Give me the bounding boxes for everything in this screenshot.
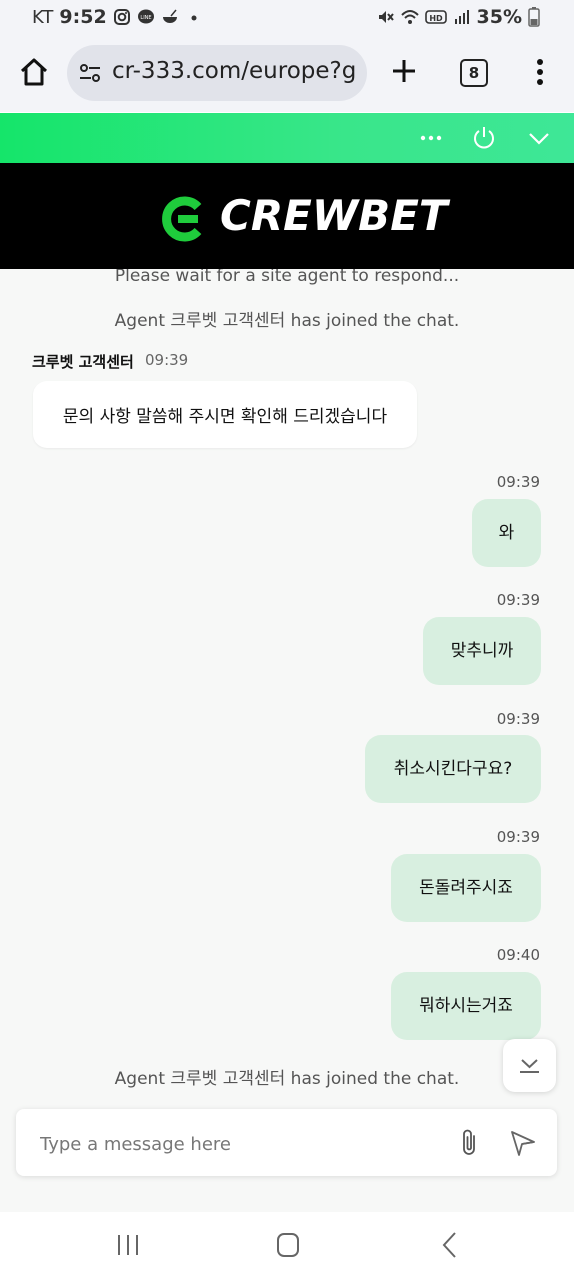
instagram-icon — [113, 9, 130, 25]
chat-widget-header — [0, 113, 574, 163]
system-message-joined: Agent 크루벳 고객센터 has joined the chat. — [114, 311, 460, 331]
user-message-bubble: 맞추니까 — [423, 617, 541, 685]
power-icon[interactable] — [471, 125, 497, 151]
back-icon[interactable] — [432, 1230, 468, 1260]
new-tab-icon[interactable] — [389, 56, 419, 86]
user-message-bubble: 뭐하시는거죠 — [391, 972, 541, 1040]
chat-transcript[interactable]: Please wait for a site agent to respond.… — [0, 269, 574, 1212]
user-message-time: 09:39 — [496, 710, 540, 728]
signal-icon — [454, 10, 469, 24]
options-dots-icon[interactable] — [418, 125, 444, 151]
status-right: HD 35% — [377, 6, 540, 28]
agent-timestamp: 09:39 — [145, 351, 189, 369]
line-icon: LINE — [137, 9, 154, 24]
bowl-icon — [162, 9, 177, 23]
user-message-time: 09:39 — [496, 828, 540, 846]
svg-text:LINE: LINE — [140, 15, 151, 21]
user-message-time: 09:39 — [496, 473, 540, 491]
home-nav-icon[interactable] — [270, 1230, 306, 1260]
user-message-bubble: 와 — [472, 499, 541, 567]
home-icon[interactable] — [18, 56, 50, 88]
battery-icon — [528, 7, 540, 27]
battery-percent: 35% — [476, 6, 522, 28]
status-left: KT 9:52 LINE — [32, 6, 203, 28]
clock: 9:52 — [59, 6, 107, 28]
brand-banner: CREWBET — [0, 163, 574, 269]
message-input[interactable] — [38, 1129, 422, 1159]
recent-apps-icon[interactable] — [110, 1230, 146, 1260]
site-settings-icon[interactable] — [79, 62, 101, 84]
tab-count-button[interactable]: 8 — [460, 59, 488, 87]
status-bar: KT 9:52 LINE HD 35% — [0, 0, 574, 34]
chevron-down-icon[interactable] — [526, 125, 552, 151]
system-navigation-bar — [0, 1212, 574, 1280]
user-message-bubble: 돈돌려주시죠 — [391, 854, 541, 922]
send-icon[interactable] — [508, 1128, 538, 1158]
carrier-label: KT — [32, 6, 54, 28]
dot-icon — [191, 15, 197, 21]
wifi-icon — [400, 10, 419, 24]
agent-name: 크루벳 고객센터 — [32, 353, 134, 371]
user-message-bubble: 취소시킨다구요? — [365, 735, 541, 803]
user-message-time: 09:40 — [496, 946, 540, 964]
address-bar[interactable]: cr-333.com/europe?gam — [67, 45, 367, 101]
scroll-to-bottom-button[interactable] — [503, 1039, 556, 1092]
agent-message-bubble: 문의 사항 말씀해 주시면 확인해 드리겠습니다 — [33, 381, 417, 448]
agent-message-text: 문의 사항 말씀해 주시면 확인해 드리겠습니다 — [62, 407, 388, 427]
browser-toolbar: cr-333.com/europe?gam 8 — [0, 34, 574, 112]
more-menu-icon[interactable] — [528, 56, 552, 88]
paperclip-icon[interactable] — [456, 1127, 482, 1159]
svg-text:HD: HD — [429, 14, 443, 23]
mute-icon — [378, 11, 394, 23]
system-message-joined: Agent 크루벳 고객센터 has joined the chat. — [114, 1069, 460, 1089]
message-composer — [16, 1109, 557, 1176]
hd-icon: HD — [424, 10, 447, 24]
user-message-time: 09:39 — [496, 591, 540, 609]
url-text[interactable]: cr-333.com/europe?gam — [112, 58, 357, 84]
arrow-down-icon — [520, 1059, 539, 1073]
crewbet-logo-icon — [162, 196, 202, 242]
brand-name: CREWBET — [220, 191, 448, 240]
system-message-wait: Please wait for a site agent to respond.… — [114, 269, 460, 286]
